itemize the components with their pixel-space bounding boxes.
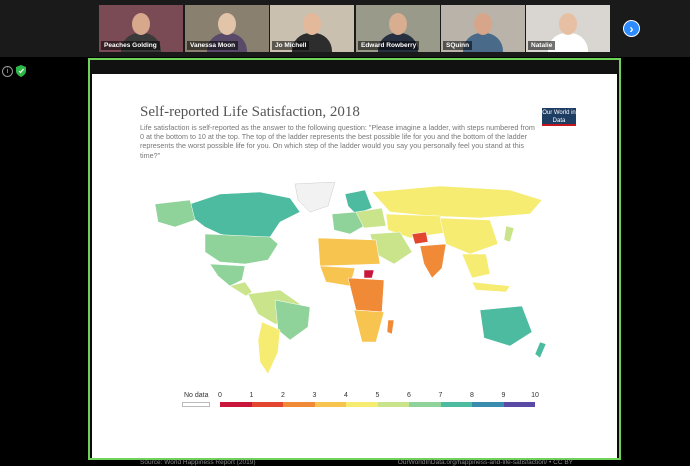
- next-participants-button[interactable]: ›: [623, 20, 640, 37]
- map-north-africa: [317, 237, 381, 267]
- participant-name: Natalie: [528, 41, 556, 50]
- shared-screen-toolbar: [90, 60, 619, 74]
- map-indonesia: [471, 281, 511, 293]
- participant-face: [303, 13, 321, 35]
- legend-bin[interactable]: [440, 402, 472, 407]
- legend: No data 0 1 2 3 4 5 6 7 8 9 10: [182, 392, 542, 422]
- map-brazil: [274, 299, 311, 341]
- legend-tick: 2: [281, 392, 285, 399]
- legend-bin[interactable]: [283, 402, 315, 407]
- participant-face: [389, 13, 407, 35]
- participant-tile[interactable]: Natalie: [526, 5, 610, 52]
- chart-url[interactable]: OurWorldInData.org/happiness-and-life-sa…: [398, 459, 573, 466]
- legend-bin[interactable]: [220, 402, 252, 407]
- chart-source[interactable]: Source: World Happiness Report (2019): [140, 459, 256, 466]
- legend-tick: 1: [249, 392, 254, 399]
- legend-bin[interactable]: [409, 402, 441, 407]
- participant-face: [132, 13, 150, 35]
- participant-tile[interactable]: Vanessa Moon: [185, 5, 269, 52]
- legend-bin[interactable]: [377, 402, 409, 407]
- legend-tick: 10: [531, 392, 539, 399]
- participant-face: [559, 13, 577, 35]
- participant-tile[interactable]: Edward Rowberry: [356, 5, 440, 52]
- map-japan: [503, 225, 515, 243]
- participant-name: Vanessa Moon: [187, 41, 239, 50]
- participant-name: Edward Rowberry: [358, 41, 420, 50]
- map-usa: [204, 233, 279, 265]
- map-greenland: [294, 182, 336, 213]
- participant-face: [218, 13, 236, 35]
- legend-nodata-swatch: [182, 402, 210, 407]
- legend-bin[interactable]: [346, 402, 378, 407]
- chart-subtitle: Life satisfaction is self-reported as th…: [140, 123, 535, 160]
- legend-bin[interactable]: [314, 402, 346, 407]
- legend-tick: 0: [218, 392, 222, 399]
- map-india: [419, 243, 447, 279]
- participant-name: Jo Michell: [272, 41, 310, 50]
- map-mexico: [209, 263, 246, 287]
- legend-tick: 8: [470, 392, 474, 399]
- shield-icon[interactable]: [16, 65, 26, 77]
- participant-tile[interactable]: SQuinn: [441, 5, 525, 52]
- legend-bin[interactable]: [472, 402, 504, 407]
- legend-tick: 3: [312, 392, 317, 399]
- map-southern-africa: [353, 309, 385, 343]
- legend-bin[interactable]: [503, 402, 535, 407]
- legend-tick: 6: [407, 392, 411, 399]
- participant-face: [474, 13, 492, 35]
- map-south-sudan: [363, 269, 375, 279]
- info-icon[interactable]: i: [2, 66, 13, 77]
- participant-tile[interactable]: Peaches Golding: [99, 5, 183, 52]
- map-central-africa: [347, 277, 385, 313]
- world-map[interactable]: [150, 182, 560, 382]
- map-madagascar: [386, 319, 395, 335]
- shared-screen: Self-reported Life Satisfaction, 2018 Li…: [88, 58, 621, 466]
- map-afghanistan: [411, 231, 429, 245]
- map-south-america-south: [257, 321, 281, 375]
- legend-tick: 7: [438, 392, 443, 399]
- legend-nodata-label: No data: [184, 392, 209, 399]
- participant-tile[interactable]: Jo Michell: [270, 5, 354, 52]
- map-alaska: [154, 199, 196, 228]
- legend-tick: 4: [344, 392, 348, 399]
- participant-name: SQuinn: [443, 41, 473, 50]
- map-russia: [371, 185, 543, 219]
- chart-title: Self-reported Life Satisfaction, 2018: [140, 104, 360, 120]
- map-new-zealand: [534, 341, 547, 359]
- map-china: [439, 217, 499, 255]
- participant-name: Peaches Golding: [101, 41, 160, 50]
- map-canada: [189, 191, 301, 241]
- map-southeast-asia: [461, 253, 491, 279]
- legend-bin[interactable]: [251, 402, 283, 407]
- legend-tick: 5: [375, 392, 380, 399]
- map-australia: [479, 305, 533, 347]
- video-strip: Peaches Golding Vanessa Moon Jo Michell Edw…: [0, 0, 690, 57]
- owid-logo[interactable]: Our World in Data: [542, 108, 576, 126]
- legend-tick: 9: [501, 392, 506, 399]
- chart-page: Self-reported Life Satisfaction, 2018 Li…: [92, 74, 617, 466]
